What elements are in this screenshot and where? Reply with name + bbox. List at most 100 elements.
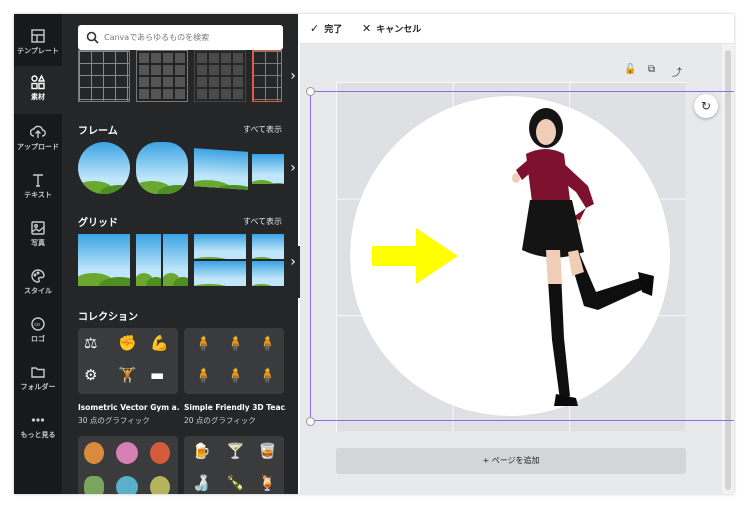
beer-icon: 🍺 xyxy=(192,442,211,460)
selection-box[interactable] xyxy=(310,91,734,421)
rail-item-logos[interactable]: co ロゴ xyxy=(14,308,62,356)
done-label: 完了 xyxy=(324,25,343,35)
table-thumbnail[interactable] xyxy=(78,50,130,102)
person-icon: 🧍 xyxy=(226,366,245,384)
frame-skewed[interactable] xyxy=(194,148,248,190)
table-thumbnail[interactable] xyxy=(252,50,282,102)
svg-text:co: co xyxy=(34,322,40,328)
grid-thumbnail[interactable] xyxy=(78,234,130,286)
rail-item-folders[interactable]: フォルダー xyxy=(14,356,62,404)
rail-item-templates[interactable]: テンプレート xyxy=(14,20,62,68)
person-icon: 🧍 xyxy=(194,366,213,384)
barbell-icon: ▬ xyxy=(150,366,165,384)
palette-icon xyxy=(31,269,45,283)
crop-toolbar: ✓ 完了 ✕ キャンセル xyxy=(300,14,734,44)
done-button[interactable]: ✓ 完了 xyxy=(310,22,342,35)
add-page-button[interactable]: + ページを追加 xyxy=(336,448,686,474)
grids-see-all[interactable]: すべて表示 xyxy=(243,216,282,227)
fist-icon: ✊ xyxy=(118,334,137,352)
collection-gym[interactable]: ⚖ ✊ 💪 ⚙ 🏋 ▬ xyxy=(78,328,178,394)
close-icon: ✕ xyxy=(362,22,372,35)
person-icon: 🧍 xyxy=(194,334,213,352)
pattern-icon xyxy=(150,476,170,494)
grid-thumbnail[interactable] xyxy=(194,234,246,286)
pattern-icon xyxy=(116,442,138,464)
person-icon: 🧍 xyxy=(258,334,277,352)
rail-label: テンプレート xyxy=(17,47,59,55)
drink-icon: 🍹 xyxy=(258,474,277,492)
pattern-icon xyxy=(84,476,104,494)
frames-see-all[interactable]: すべて表示 xyxy=(243,124,282,135)
rail-item-photos[interactable]: 写真 xyxy=(14,212,62,260)
lock-icon[interactable]: 🔓 xyxy=(624,64,636,75)
collection-drinks[interactable]: 🍺 🍸 🥃 🍶 🍾 🍹 xyxy=(184,436,284,494)
rail-label: ロゴ xyxy=(31,335,45,343)
grid-thumbnail[interactable] xyxy=(136,234,188,286)
folder-icon xyxy=(31,367,45,378)
collection-count: 30 点のグラフィック xyxy=(78,416,150,425)
logo-icon: co xyxy=(31,317,45,331)
pattern-icon xyxy=(84,442,104,464)
glass-icon: 🥃 xyxy=(258,442,277,460)
collections-title: コレクション xyxy=(78,312,138,323)
rail-item-elements[interactable]: 素材 xyxy=(14,66,62,114)
cancel-label: キャンセル xyxy=(376,25,422,35)
template-icon xyxy=(31,29,45,43)
collection-name: Isometric Vector Gym a... xyxy=(78,403,180,412)
search-box[interactable] xyxy=(78,25,283,50)
rail-item-more[interactable]: もっと見る xyxy=(14,404,62,452)
frame-circle[interactable] xyxy=(78,142,130,194)
text-icon xyxy=(33,174,43,187)
more-icon xyxy=(31,418,45,422)
rail-item-uploads[interactable]: アップロード xyxy=(14,116,62,164)
dumbbell-icon: ⚖ xyxy=(84,334,98,352)
frame-scalloped[interactable] xyxy=(136,142,188,194)
person-icon: 🧍 xyxy=(258,366,277,384)
resize-handle[interactable] xyxy=(306,87,315,96)
pattern-icon xyxy=(116,476,138,494)
table-thumbnail[interactable] xyxy=(194,50,246,102)
weight-icon: ⚙ xyxy=(84,366,98,384)
table-thumbnail[interactable] xyxy=(136,50,188,102)
collection-count: 20 点のグラフィック xyxy=(184,416,256,425)
chevron-right-icon[interactable]: › xyxy=(286,62,300,90)
app-window: テンプレート 素材 アップロード テキスト 写真 スタイル co ロゴ フォルダ xyxy=(14,14,734,494)
rail-item-styles[interactable]: スタイル xyxy=(14,260,62,308)
chevron-right-icon[interactable]: › xyxy=(286,154,300,182)
collection-teachers[interactable]: 🧍 🧍 🧍 🧍 🧍 🧍 xyxy=(184,328,284,394)
rail-label: スタイル xyxy=(24,287,52,295)
elements-icon xyxy=(31,74,46,90)
rail-label: フォルダー xyxy=(20,383,56,391)
photo-icon xyxy=(31,221,45,235)
rail-label: テキスト xyxy=(24,191,52,199)
rail-label: 写真 xyxy=(31,239,45,247)
check-icon: ✓ xyxy=(310,22,320,35)
add-page-icon[interactable]: ⤴ xyxy=(672,64,682,79)
collection-name: Simple Friendly 3D Teac... xyxy=(184,403,286,412)
cocktail-icon: 🍸 xyxy=(226,442,245,460)
search-input[interactable] xyxy=(104,29,279,46)
rail-label: アップロード xyxy=(17,143,59,151)
rail-item-text[interactable]: テキスト xyxy=(14,164,62,212)
muscle-icon: 💪 xyxy=(150,334,169,352)
elements-panel: › フレーム すべて表示 › グリッド すべて表示 › コレクション ⚖ ✊ xyxy=(62,14,298,494)
grid-thumbnail[interactable] xyxy=(252,234,284,286)
resize-handle[interactable] xyxy=(306,417,315,426)
cancel-button[interactable]: ✕ キャンセル xyxy=(362,22,421,35)
upload-icon xyxy=(30,125,46,138)
gym-figure-icon: 🏋 xyxy=(118,366,137,384)
bottle-icon: 🍾 xyxy=(226,474,245,492)
side-rail: テンプレート 素材 アップロード テキスト 写真 スタイル co ロゴ フォルダ xyxy=(14,14,62,494)
rail-label: 素材 xyxy=(31,93,45,101)
duplicate-page-icon[interactable]: ⧉ xyxy=(648,64,655,75)
search-icon xyxy=(86,31,99,44)
frame-partial[interactable] xyxy=(252,154,284,184)
rail-label: もっと見る xyxy=(20,431,56,439)
collection-patterns[interactable] xyxy=(78,436,178,494)
grids-title: グリッド xyxy=(78,218,118,229)
bottle-icon: 🍶 xyxy=(192,474,211,492)
frames-title: フレーム xyxy=(78,126,118,137)
rotate-icon[interactable]: ↻ xyxy=(694,94,718,118)
person-icon: 🧍 xyxy=(226,334,245,352)
pattern-icon xyxy=(150,442,170,464)
